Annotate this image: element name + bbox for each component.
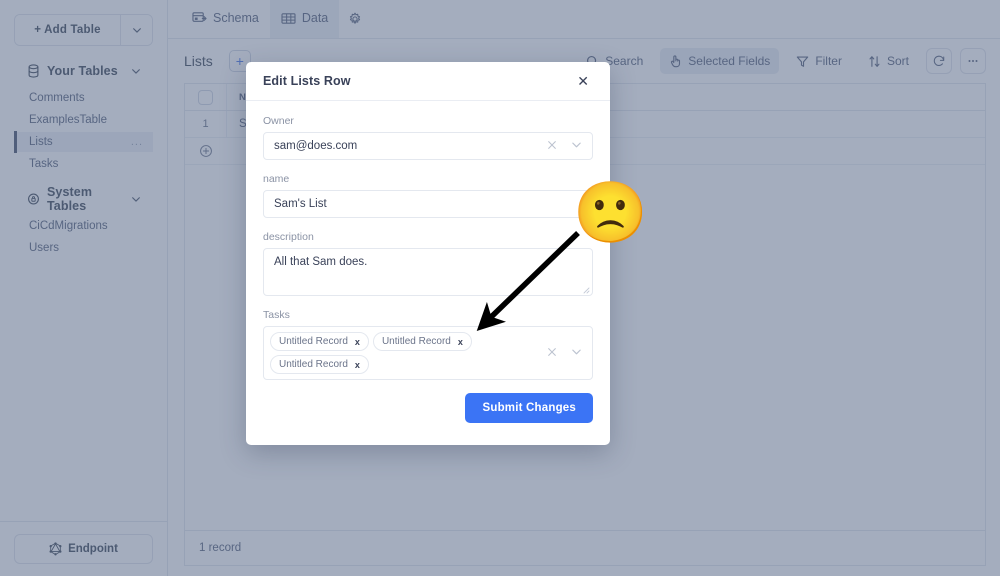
field-description: description All that Sam does. <box>263 231 593 296</box>
tasks-multiselect[interactable]: Untitled Record x Untitled Record x Unti… <box>263 326 593 380</box>
name-value: Sam's List <box>274 198 327 210</box>
field-label: name <box>263 173 290 185</box>
field-label: description <box>263 231 314 243</box>
tasks-chip[interactable]: Untitled Record x <box>372 332 472 351</box>
owner-select-icons <box>547 139 582 153</box>
field-owner: Owner sam@does.com <box>263 115 593 160</box>
tasks-chip[interactable]: Untitled Record x <box>270 332 369 351</box>
chip-label: Untitled Record <box>279 336 348 347</box>
chip-remove-icon[interactable]: x <box>355 360 360 370</box>
modal-header: Edit Lists Row ✕ <box>246 62 610 101</box>
owner-select[interactable]: sam@does.com <box>263 132 593 160</box>
tasks-chip[interactable]: Untitled Record x <box>270 355 369 374</box>
resize-grip-icon[interactable] <box>582 286 590 294</box>
chip-remove-icon[interactable]: x <box>458 337 463 347</box>
submit-changes-button[interactable]: Submit Changes <box>465 393 593 423</box>
close-icon[interactable]: ✕ <box>573 71 593 91</box>
modal-body: Owner sam@does.com name Sam's List descr… <box>246 101 610 393</box>
chip-remove-icon[interactable]: x <box>355 337 360 347</box>
field-tasks: Tasks Untitled Record x Untitled Record … <box>263 309 593 380</box>
owner-value: sam@does.com <box>274 140 358 152</box>
edit-row-modal: Edit Lists Row ✕ Owner sam@does.com name… <box>246 62 610 445</box>
chevron-down-icon[interactable] <box>571 346 582 360</box>
tasks-chip-list: Untitled Record x Untitled Record x Unti… <box>270 332 539 374</box>
chip-label: Untitled Record <box>279 359 348 370</box>
description-value: All that Sam does. <box>274 256 368 268</box>
field-label: Tasks <box>263 309 290 321</box>
clear-x-icon[interactable] <box>547 140 557 153</box>
frowning-face-emoji: 🙁 <box>573 179 648 246</box>
description-textarea[interactable]: All that Sam does. <box>263 248 593 296</box>
name-input[interactable]: Sam's List <box>263 190 593 218</box>
modal-title: Edit Lists Row <box>263 74 351 88</box>
chevron-down-icon[interactable] <box>571 139 582 153</box>
tasks-select-icons <box>539 346 586 360</box>
field-label: Owner <box>263 115 294 127</box>
chip-label: Untitled Record <box>381 336 451 347</box>
app-root: + Add Table Your Tables <box>0 0 1000 576</box>
modal-footer: Submit Changes <box>246 393 610 445</box>
field-name: name Sam's List <box>263 173 593 218</box>
clear-x-icon[interactable] <box>547 347 557 360</box>
